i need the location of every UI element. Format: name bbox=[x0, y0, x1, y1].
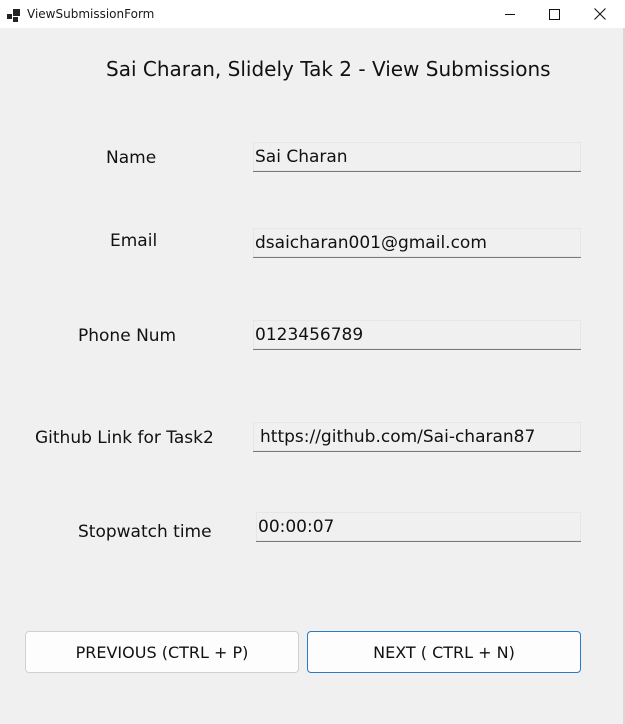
window-title: ViewSubmissionForm bbox=[27, 7, 155, 21]
page-title: Sai Charan, Slidely Tak 2 - View Submiss… bbox=[106, 57, 551, 81]
name-label: Name bbox=[106, 148, 157, 168]
github-link-field[interactable] bbox=[253, 422, 581, 452]
phone-field[interactable] bbox=[253, 320, 581, 350]
github-label: Github Link for Task2 bbox=[35, 428, 214, 448]
stopwatch-label: Stopwatch time bbox=[78, 522, 212, 542]
title-bar[interactable]: ViewSubmissionForm bbox=[0, 0, 625, 28]
stopwatch-time-field[interactable] bbox=[256, 512, 581, 542]
name-field[interactable] bbox=[253, 142, 581, 172]
email-label: Email bbox=[110, 231, 158, 251]
email-field[interactable] bbox=[253, 228, 581, 258]
maximize-icon bbox=[548, 8, 560, 20]
previous-button[interactable]: PREVIOUS (CTRL + P) bbox=[25, 631, 299, 673]
maximize-button[interactable] bbox=[531, 0, 577, 28]
close-icon bbox=[594, 8, 606, 20]
minimize-button[interactable] bbox=[487, 0, 533, 28]
next-button[interactable]: NEXT ( CTRL + N) bbox=[307, 631, 581, 673]
form-body: Sai Charan, Slidely Tak 2 - View Submiss… bbox=[0, 28, 625, 724]
view-submission-window: ViewSubmissionForm Sai Charan, Slidely T… bbox=[0, 0, 625, 724]
close-button[interactable] bbox=[577, 0, 623, 28]
minimize-icon bbox=[504, 9, 516, 20]
phone-label: Phone Num bbox=[78, 326, 177, 346]
form-window-icon bbox=[7, 7, 20, 22]
